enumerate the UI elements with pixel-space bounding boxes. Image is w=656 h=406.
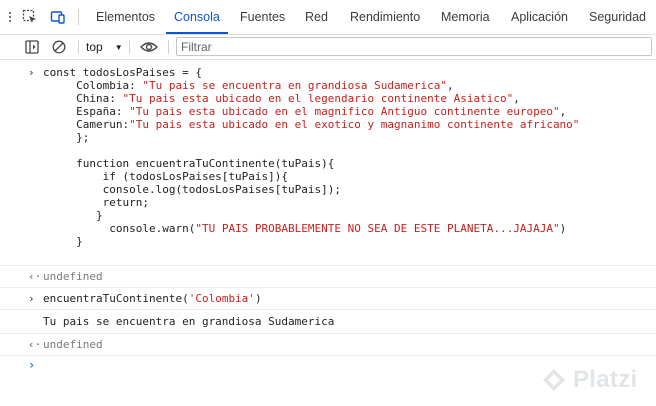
code-line: } [43,209,103,222]
toolbar-separator [129,40,130,54]
code-line: China: "Tu pais esta ubicado en el legen… [43,92,520,105]
inspect-element-icon[interactable] [16,0,44,34]
code-line: Camerun:"Tu pais esta ubicado en el exot… [43,118,580,131]
code-line: console.warn("TU PAIS PROBABLEMENTE NO S… [43,222,567,235]
console-result-row: ‹· undefined [0,266,656,288]
toolbar-separator [168,40,169,54]
call-function-name: encuentraTuContinente( [43,292,189,305]
console-toolbar: top ▼ [0,35,656,60]
code-line: } [43,235,83,248]
code-line: console.log(todosLosPaises[tuPais]); [43,183,342,196]
code-line: return; [43,196,149,209]
live-expression-eye-icon[interactable] [138,35,160,59]
device-toolbar-icon[interactable] [44,0,72,34]
input-chevron-icon[interactable]: › [28,66,35,79]
toolbar-separator [78,40,79,54]
tab-rendimiento[interactable]: Rendimiento [350,0,420,34]
platzi-watermark: Platzi [541,366,637,394]
console-log-row: Tu pais se encuentra en grandiosa Sudame… [0,310,656,334]
code-line: if (todosLosPaises[tuPais]){ [43,170,289,183]
console-input-row: › const todosLosPaises = { Colombia: "Tu… [0,60,656,266]
filter-input-box [176,37,656,56]
code-line: const todosLosPaises = { [43,66,202,79]
tab-fuentes[interactable]: Fuentes [240,0,285,34]
prompt-chevron-icon: › [28,358,36,372]
result-value: undefined [43,270,103,283]
tab-aplicacion[interactable]: Aplicación [511,0,568,34]
console-result-row: ‹· undefined [0,334,656,356]
log-message: Tu pais se encuentra en grandiosa Sudame… [43,315,335,328]
console-input-row: › encuentraTuContinente('Colombia') [0,288,656,310]
result-arrow-icon: ‹· [28,270,42,283]
call-argument: 'Colombia' [188,292,255,305]
filter-input[interactable] [177,38,656,56]
input-code-block[interactable]: const todosLosPaises = { Colombia: "Tu p… [43,66,579,248]
more-menu-icon[interactable] [4,0,16,34]
context-selector[interactable]: top ▼ [86,35,123,59]
result-value: undefined [43,338,103,351]
result-arrow-icon: ‹· [28,338,42,351]
console-output: › const todosLosPaises = { Colombia: "Tu… [0,60,656,406]
tab-consola[interactable]: Consola [166,0,228,34]
input-call-expression[interactable]: encuentraTuContinente('Colombia') [43,292,262,305]
code-line: España: "Tu pais esta ubicado en el magn… [43,105,567,118]
input-chevron-icon[interactable]: › [28,292,35,305]
code-line: function encuentraTuContinente(tuPais){ [43,157,335,170]
context-selector-label: top [86,40,103,54]
tab-seguridad[interactable]: Seguridad [589,0,646,34]
call-close-paren: ) [254,292,262,305]
tab-memoria[interactable]: Memoria [441,0,490,34]
tabbar-left-icons [0,0,72,34]
platzi-logo-text: Platzi [573,366,638,393]
sidebar-toggle-icon[interactable] [22,35,42,59]
tabbar-separator [78,9,79,25]
tab-red[interactable]: Red [305,0,328,34]
devtools-tabbar: Elementos Consola Fuentes Red Rendimient… [0,0,656,35]
tab-elementos[interactable]: Elementos [96,0,155,34]
dropdown-arrow-icon: ▼ [114,42,123,52]
code-line: }; [43,131,90,144]
code-line: Colombia: "Tu pais se encuentra en grand… [43,79,454,92]
clear-console-icon[interactable] [49,35,69,59]
platzi-logo-icon [543,369,565,391]
